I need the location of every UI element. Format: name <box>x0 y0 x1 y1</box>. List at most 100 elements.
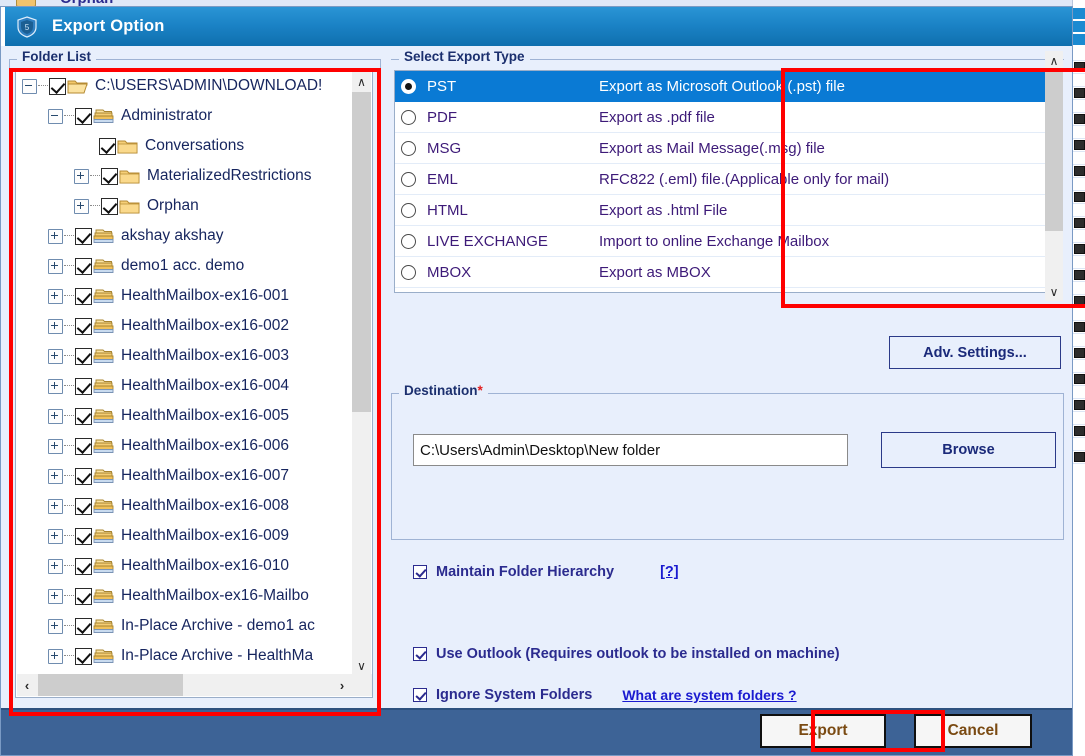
expand-icon[interactable] <box>48 589 63 604</box>
export-type-list[interactable]: PSTExport as Microsoft Outlook (.pst) fi… <box>394 70 1061 293</box>
checkbox-icon[interactable] <box>413 565 427 579</box>
expand-icon[interactable] <box>48 469 63 484</box>
tree-item[interactable]: akshay akshay <box>16 221 354 251</box>
export-type-row[interactable]: MSGExport as Mail Message(.msg) file <box>395 133 1060 164</box>
expand-icon[interactable] <box>74 199 89 214</box>
checkbox-icon[interactable] <box>75 528 92 545</box>
checkbox-icon[interactable] <box>49 78 66 95</box>
export-button[interactable]: Export <box>760 714 886 748</box>
tree-item[interactable]: HealthMailbox-ex16-007 <box>16 461 354 491</box>
folder-tree-panel[interactable]: C:\USERS\ADMIN\DOWNLOAD!AdministratorCon… <box>15 70 373 698</box>
checkbox-icon[interactable] <box>101 198 118 215</box>
radio-button-icon[interactable] <box>401 265 416 280</box>
collapse-icon[interactable] <box>22 79 37 94</box>
use-outlook-option[interactable]: Use Outlook (Requires outlook to be inst… <box>413 646 840 662</box>
expand-icon[interactable] <box>48 259 63 274</box>
tree-item[interactable]: HealthMailbox-ex16-005 <box>16 401 354 431</box>
tree-item[interactable]: HealthMailbox-ex16-004 <box>16 371 354 401</box>
checkbox-icon[interactable] <box>75 108 92 125</box>
checkbox-icon[interactable] <box>75 438 92 455</box>
radio-button-icon[interactable] <box>401 141 416 156</box>
tree-item[interactable]: In-Place Archive - demo1 ac <box>16 611 354 641</box>
tree-item[interactable]: HealthMailbox-ex16-009 <box>16 521 354 551</box>
expand-icon[interactable] <box>48 379 63 394</box>
checkbox-icon[interactable] <box>99 138 116 155</box>
scroll-right-icon[interactable]: › <box>332 674 352 696</box>
export-type-row[interactable]: EMLRFC822 (.eml) file.(Applicable only f… <box>395 164 1060 195</box>
expand-icon[interactable] <box>48 319 63 334</box>
tree-item[interactable]: HealthMailbox-ex16-001 <box>16 281 354 311</box>
expand-icon[interactable] <box>48 529 63 544</box>
export-type-row[interactable]: MBOXExport as MBOX <box>395 257 1060 288</box>
tree-item[interactable]: demo1 acc. demo <box>16 251 354 281</box>
scrollbar-thumb[interactable] <box>38 674 183 696</box>
scroll-up-icon[interactable]: ∧ <box>352 72 371 91</box>
maintain-hierarchy-option[interactable]: Maintain Folder Hierarchy [?] <box>413 564 679 580</box>
expand-icon[interactable] <box>48 559 63 574</box>
checkbox-icon[interactable] <box>75 378 92 395</box>
checkbox-icon[interactable] <box>75 618 92 635</box>
checkbox-icon[interactable] <box>101 168 118 185</box>
tree-item[interactable]: Administrator <box>16 101 354 131</box>
tree-item[interactable]: HealthMailbox-ex16-008 <box>16 491 354 521</box>
scroll-left-icon[interactable]: ‹ <box>17 674 37 696</box>
folder-tree-vertical-scrollbar[interactable]: ∧ ∨ <box>352 72 371 675</box>
folder-tree-horizontal-scrollbar[interactable]: ‹ › <box>17 674 372 696</box>
checkbox-icon[interactable] <box>75 498 92 515</box>
export-type-row[interactable]: LIVE EXCHANGEImport to online Exchange M… <box>395 226 1060 257</box>
cancel-button[interactable]: Cancel <box>914 714 1032 748</box>
collapse-icon[interactable] <box>48 109 63 124</box>
radio-button-icon[interactable] <box>401 234 416 249</box>
checkbox-icon[interactable] <box>75 468 92 485</box>
expand-icon[interactable] <box>48 289 63 304</box>
scroll-down-icon[interactable]: ∨ <box>352 656 371 675</box>
checkbox-icon[interactable] <box>75 408 92 425</box>
scrollbar-thumb[interactable] <box>352 92 371 412</box>
tree-item[interactable]: HealthMailbox-ex16-010 <box>16 551 354 581</box>
expand-icon[interactable] <box>48 229 63 244</box>
tree-item[interactable]: Conversations <box>16 131 354 161</box>
radio-button-icon[interactable] <box>401 203 416 218</box>
scroll-down-icon[interactable]: ∨ <box>1045 282 1063 301</box>
browse-button[interactable]: Browse <box>881 432 1056 468</box>
maintain-hierarchy-help-link[interactable]: [?] <box>660 564 679 580</box>
checkbox-icon[interactable] <box>75 648 92 665</box>
tree-item[interactable]: HealthMailbox-ex16-006 <box>16 431 354 461</box>
checkbox-icon[interactable] <box>413 647 427 661</box>
scroll-up-icon[interactable]: ∧ <box>1045 51 1063 70</box>
expand-icon[interactable] <box>48 409 63 424</box>
tree-item[interactable]: HealthMailbox-ex16-002 <box>16 311 354 341</box>
checkbox-icon[interactable] <box>75 348 92 365</box>
tree-item[interactable]: Orphan <box>16 191 354 221</box>
export-type-row[interactable]: PDFExport as .pdf file <box>395 102 1060 133</box>
system-folders-help-link[interactable]: What are system folders ? <box>622 687 796 703</box>
expand-icon[interactable] <box>48 349 63 364</box>
export-type-row[interactable]: HTMLExport as .html File <box>395 195 1060 226</box>
expand-icon[interactable] <box>48 649 63 664</box>
tree-item[interactable]: HealthMailbox-ex16-003 <box>16 341 354 371</box>
export-type-row[interactable]: Office 365Export to Office 365 Account <box>395 288 1060 293</box>
tree-item[interactable]: C:\USERS\ADMIN\DOWNLOAD! <box>16 71 354 101</box>
checkbox-icon[interactable] <box>75 228 92 245</box>
scrollbar-thumb[interactable] <box>1045 71 1063 231</box>
checkbox-icon[interactable] <box>75 588 92 605</box>
checkbox-icon[interactable] <box>75 318 92 335</box>
tree-item[interactable]: In-Place Archive - HealthMa <box>16 641 354 671</box>
ignore-system-folders-option[interactable]: Ignore System Folders What are system fo… <box>413 687 797 703</box>
expand-icon[interactable] <box>48 619 63 634</box>
export-type-row[interactable]: PSTExport as Microsoft Outlook (.pst) fi… <box>395 71 1060 102</box>
tree-item[interactable]: HealthMailbox-ex16-Mailbo <box>16 581 354 611</box>
radio-button-icon[interactable] <box>401 79 416 94</box>
expand-icon[interactable] <box>48 439 63 454</box>
checkbox-icon[interactable] <box>75 258 92 275</box>
adv-settings-button[interactable]: Adv. Settings... <box>889 336 1061 369</box>
checkbox-icon[interactable] <box>75 558 92 575</box>
checkbox-icon[interactable] <box>413 688 427 702</box>
tree-item[interactable]: MaterializedRestrictions <box>16 161 354 191</box>
export-type-vertical-scrollbar[interactable]: ∧ ∨ <box>1045 51 1063 301</box>
checkbox-icon[interactable] <box>75 288 92 305</box>
expand-icon[interactable] <box>74 169 89 184</box>
radio-button-icon[interactable] <box>401 172 416 187</box>
expand-icon[interactable] <box>48 499 63 514</box>
radio-button-icon[interactable] <box>401 110 416 125</box>
